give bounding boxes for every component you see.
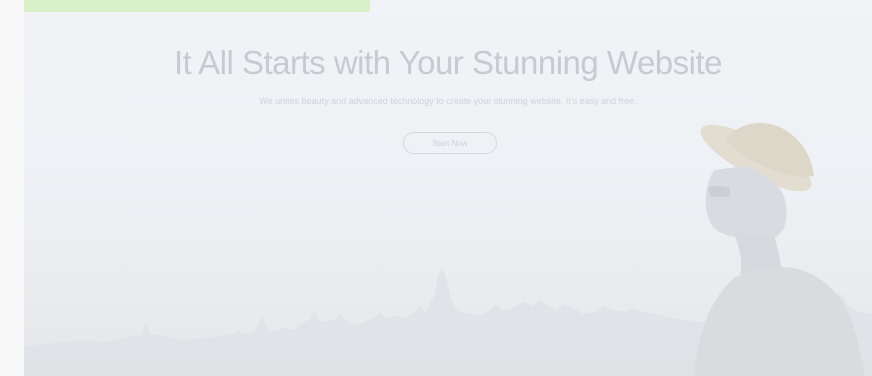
top-banner[interactable]: [24, 0, 370, 12]
left-rail: [0, 0, 24, 376]
person-with-hat-image: [694, 122, 864, 376]
hero-section: It All Starts with Your Stunning Website…: [24, 0, 872, 376]
page: It All Starts with Your Stunning Website…: [0, 0, 872, 376]
hero-title: It All Starts with Your Stunning Website: [173, 44, 723, 81]
hero-subtitle: We unites beauty and advanced technology…: [259, 96, 637, 106]
start-now-button[interactable]: Start Now: [403, 132, 497, 154]
